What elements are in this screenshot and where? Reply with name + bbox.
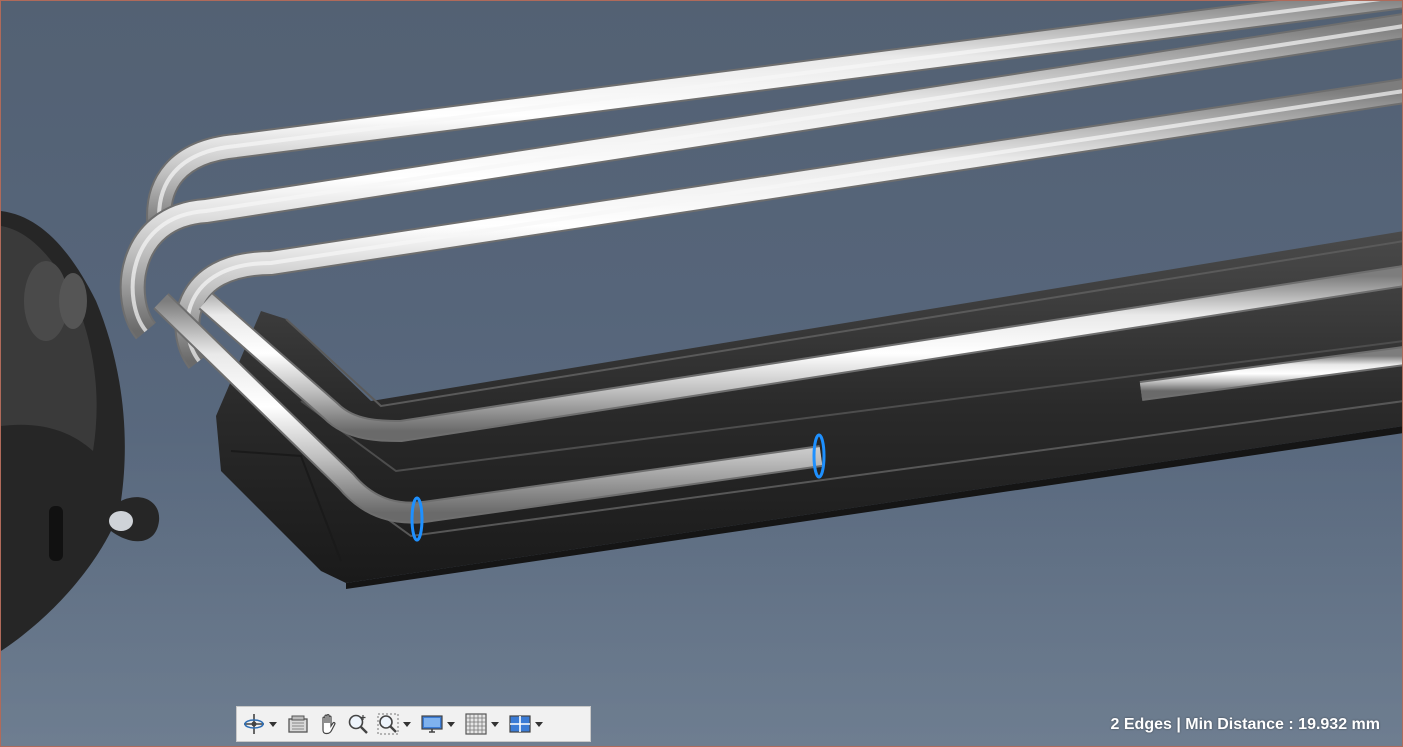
navigation-toolbar (236, 706, 591, 742)
pan-button[interactable] (315, 709, 341, 739)
orbit-dropdown-icon[interactable] (269, 721, 277, 727)
viewports-icon (507, 711, 533, 737)
fit-dropdown-icon[interactable] (403, 721, 411, 727)
fit-button[interactable] (375, 709, 415, 739)
grid-dropdown-icon[interactable] (491, 721, 499, 727)
display-dropdown-icon[interactable] (447, 721, 455, 727)
measure-status-text: 2 Edges | Min Distance : 19.932 mm (1110, 716, 1380, 733)
zoom-window-icon (375, 711, 401, 737)
3d-viewport[interactable]: 2 Edges | Min Distance : 19.932 mm (0, 0, 1403, 747)
orbit-icon (241, 711, 267, 737)
model-scene[interactable] (1, 1, 1403, 747)
monitor-icon (419, 711, 445, 737)
look-at-button[interactable] (285, 709, 311, 739)
display-settings-button[interactable] (419, 709, 459, 739)
zoom-icon (345, 711, 371, 737)
grid-icon (463, 711, 489, 737)
hand-pan-icon (315, 711, 341, 737)
viewports-button[interactable] (507, 709, 547, 739)
zoom-button[interactable] (345, 709, 371, 739)
look-at-icon (285, 711, 311, 737)
viewports-dropdown-icon[interactable] (535, 721, 543, 727)
orbit-button[interactable] (241, 709, 281, 739)
grid-button[interactable] (463, 709, 503, 739)
